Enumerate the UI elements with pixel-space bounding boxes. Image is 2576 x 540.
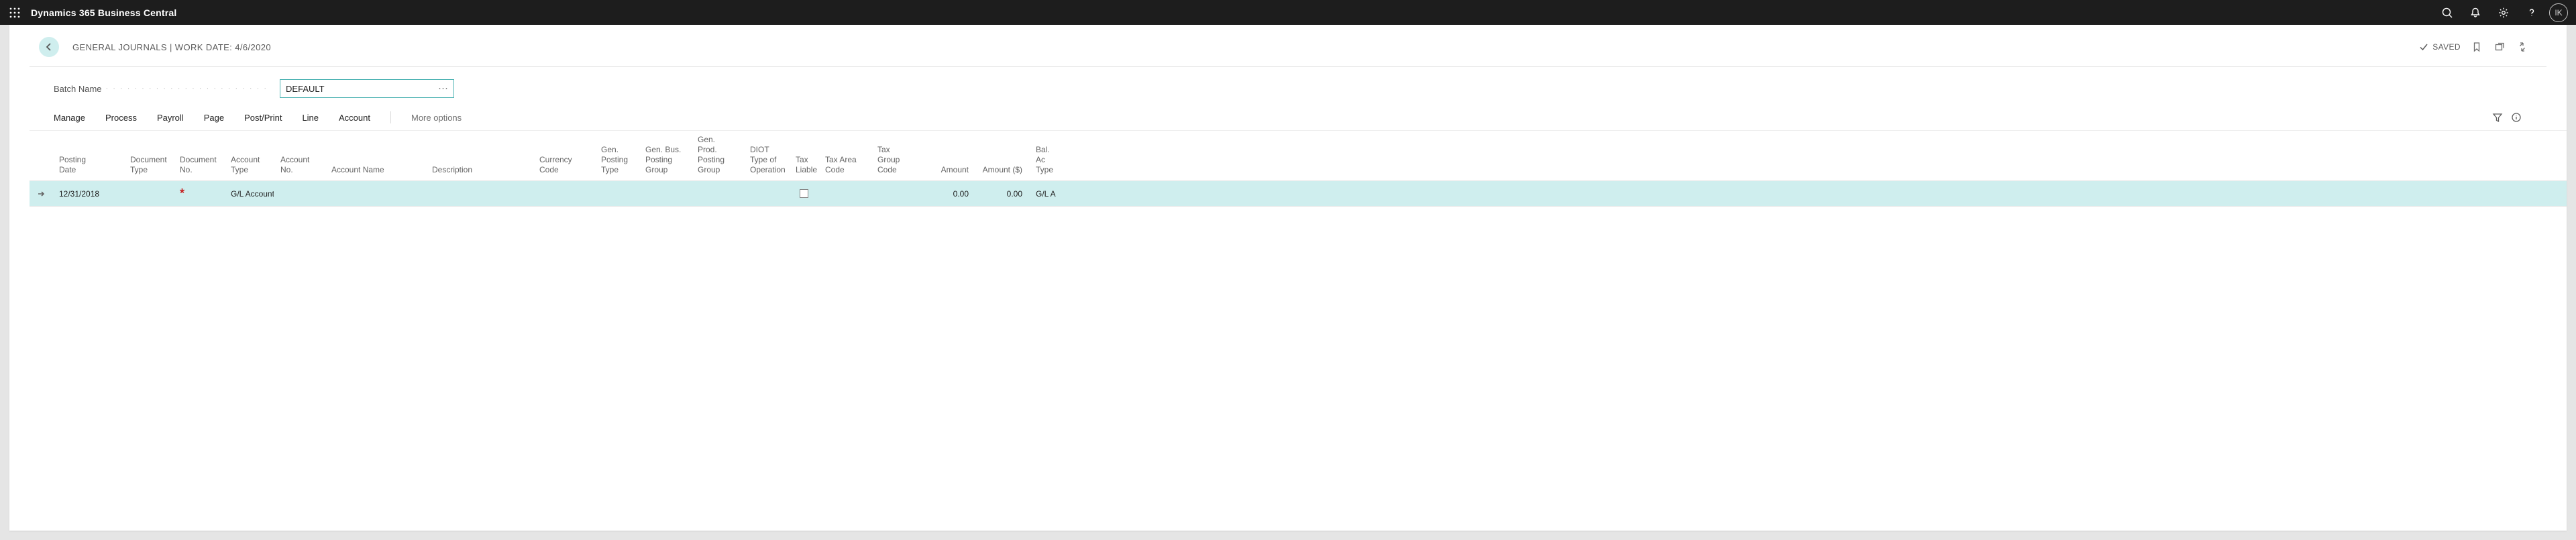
back-button[interactable] xyxy=(39,37,59,57)
toolbar-separator xyxy=(390,111,391,123)
search-button[interactable] xyxy=(2434,0,2461,25)
cell-document-type[interactable] xyxy=(123,181,173,206)
grid-header-row: Posting Date Document Type Document No. … xyxy=(30,131,2567,181)
journal-grid: Posting Date Document Type Document No. … xyxy=(30,130,2567,207)
col-tax-group-code[interactable]: Tax Group Code xyxy=(871,131,912,180)
saved-label: SAVED xyxy=(2432,42,2461,52)
batch-name-label: Batch Name xyxy=(54,84,106,94)
col-tax-area-code[interactable]: Tax Area Code xyxy=(818,131,871,180)
batch-name-input[interactable] xyxy=(286,84,437,94)
cell-gen-posting-type[interactable] xyxy=(594,181,639,206)
top-bar-left: Dynamics 365 Business Central xyxy=(0,0,176,25)
collapse-button[interactable] xyxy=(2516,40,2529,54)
row-actions-button[interactable] xyxy=(110,181,123,206)
col-diot-type[interactable]: DIOT Type of Operation xyxy=(743,131,789,180)
toolbar-payroll[interactable]: Payroll xyxy=(157,113,184,123)
batch-name-field-row: Batch Name · · · · · · · · · · · · · · ·… xyxy=(30,67,2546,111)
col-gen-prod-posting-group[interactable]: Gen. Prod. Posting Group xyxy=(691,131,743,180)
page-header-right: SAVED xyxy=(2419,40,2529,54)
col-currency-code[interactable]: Currency Code xyxy=(533,131,594,180)
cell-gen-bus-posting-group[interactable] xyxy=(639,181,691,206)
col-amount-usd[interactable]: Amount ($) xyxy=(975,131,1029,180)
batch-name-lookup-button[interactable]: ··· xyxy=(437,85,449,92)
col-account-type[interactable]: Account Type xyxy=(224,131,274,180)
cell-gen-prod-posting-group[interactable] xyxy=(691,181,743,206)
top-bar-right: IK xyxy=(2434,0,2572,25)
saved-indicator: SAVED xyxy=(2419,42,2461,52)
batch-name-input-wrap[interactable]: ··· xyxy=(280,79,454,98)
cell-account-type[interactable]: G/L Account xyxy=(224,181,274,206)
user-avatar[interactable]: IK xyxy=(2549,3,2568,22)
cell-posting-date[interactable]: 12/31/2018 xyxy=(52,181,110,206)
help-button[interactable] xyxy=(2518,0,2545,25)
col-tax-liable[interactable]: Tax Liable xyxy=(789,131,818,180)
row-selector-icon[interactable] xyxy=(30,181,52,206)
toolbar-page[interactable]: Page xyxy=(204,113,224,123)
page-header: GENERAL JOURNALS | WORK DATE: 4/6/2020 S… xyxy=(30,25,2546,67)
cell-tax-liable[interactable] xyxy=(789,181,818,206)
filter-button[interactable] xyxy=(2491,111,2504,123)
cell-tax-area-code[interactable] xyxy=(818,181,871,206)
app-launcher-button[interactable] xyxy=(0,0,30,25)
notifications-button[interactable] xyxy=(2462,0,2489,25)
toolbar-manage[interactable]: Manage xyxy=(54,113,85,123)
col-document-no[interactable]: Document No. xyxy=(173,131,224,180)
col-account-no[interactable]: Account No. xyxy=(274,131,325,180)
info-button[interactable] xyxy=(2510,111,2522,123)
col-document-type[interactable]: Document Type xyxy=(123,131,173,180)
cell-description[interactable] xyxy=(425,181,533,206)
col-account-name[interactable]: Account Name xyxy=(325,131,425,180)
field-dots: · · · · · · · · · · · · · · · · · · · · … xyxy=(106,85,280,93)
col-gen-posting-type[interactable]: Gen. Posting Type xyxy=(594,131,639,180)
cell-diot-type[interactable] xyxy=(743,181,789,206)
action-toolbar: Manage Process Payroll Page Post/Print L… xyxy=(30,111,2546,130)
col-gen-bus-posting-group[interactable]: Gen. Bus. Posting Group xyxy=(639,131,691,180)
col-posting-date[interactable]: Posting Date xyxy=(52,131,110,180)
cell-currency-code[interactable] xyxy=(533,181,594,206)
page-header-left: GENERAL JOURNALS | WORK DATE: 4/6/2020 xyxy=(39,37,271,57)
cell-account-name[interactable] xyxy=(325,181,425,206)
cell-account-no[interactable] xyxy=(274,181,325,206)
app-title: Dynamics 365 Business Central xyxy=(31,7,176,18)
cell-tax-group-code[interactable] xyxy=(871,181,912,206)
tax-liable-checkbox[interactable] xyxy=(800,189,808,198)
cell-document-no[interactable]: * xyxy=(173,181,224,206)
action-toolbar-right xyxy=(2491,111,2522,123)
toolbar-process[interactable]: Process xyxy=(105,113,137,123)
page-sheet: GENERAL JOURNALS | WORK DATE: 4/6/2020 S… xyxy=(9,25,2567,531)
top-bar: Dynamics 365 Business Central IK xyxy=(0,0,2576,25)
cell-amount[interactable]: 0.00 xyxy=(912,181,975,206)
toolbar-more-options[interactable]: More options xyxy=(411,113,462,123)
settings-button[interactable] xyxy=(2490,0,2517,25)
col-bal-account-type[interactable]: Bal. Ac Type xyxy=(1029,131,1060,180)
action-toolbar-left: Manage Process Payroll Page Post/Print L… xyxy=(54,111,462,123)
popout-button[interactable] xyxy=(2493,40,2506,54)
toolbar-post-print[interactable]: Post/Print xyxy=(244,113,282,123)
col-amount[interactable]: Amount xyxy=(912,131,975,180)
grid-row[interactable]: 12/31/2018 * G/L Account xyxy=(30,181,2567,207)
cell-amount-usd[interactable]: 0.00 xyxy=(975,181,1029,206)
toolbar-line[interactable]: Line xyxy=(302,113,319,123)
col-description[interactable]: Description xyxy=(425,131,533,180)
cell-bal-account-type[interactable]: G/L A xyxy=(1029,181,1060,206)
required-asterisk-icon: * xyxy=(180,186,184,201)
stage: GENERAL JOURNALS | WORK DATE: 4/6/2020 S… xyxy=(0,25,2576,540)
breadcrumb: GENERAL JOURNALS | WORK DATE: 4/6/2020 xyxy=(72,42,271,52)
bookmark-button[interactable] xyxy=(2470,40,2483,54)
toolbar-account[interactable]: Account xyxy=(339,113,370,123)
